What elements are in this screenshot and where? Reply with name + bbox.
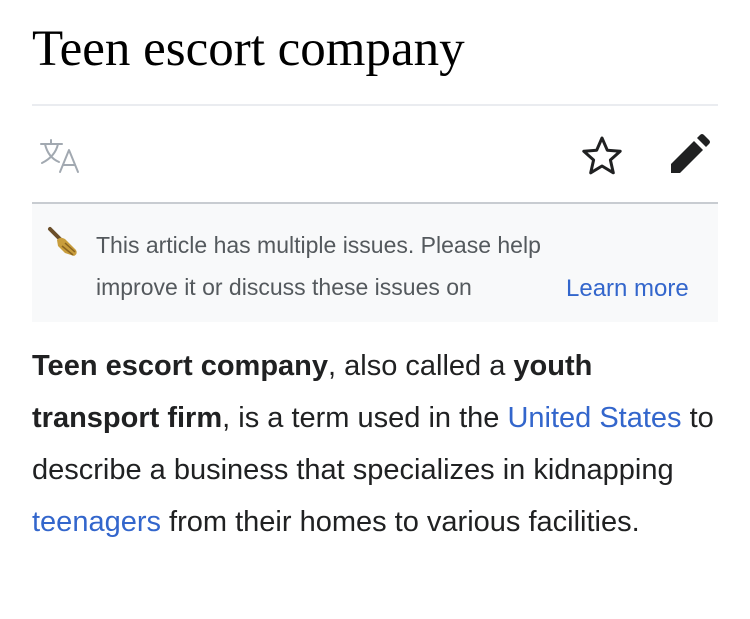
issues-message-line-1: This article has multiple issues. Please… bbox=[96, 232, 541, 258]
pencil-icon bbox=[671, 134, 710, 173]
page-actions-bar bbox=[32, 106, 718, 202]
link-teenagers[interactable]: teenagers bbox=[32, 506, 161, 538]
lead-text-2: , is a term used in the bbox=[222, 402, 508, 434]
lead-paragraph: Teen escort company, also called a youth… bbox=[32, 340, 722, 548]
lead-text-4: from their homes to various facilities. bbox=[161, 506, 640, 538]
language-button[interactable] bbox=[38, 136, 82, 176]
watch-star-button[interactable] bbox=[580, 134, 624, 178]
lead-text-1: , also called a bbox=[328, 350, 514, 382]
issues-message: This article has multiple issues. Please… bbox=[96, 224, 566, 308]
broom-icon bbox=[48, 227, 77, 256]
page-issues-notice[interactable]: This article has multiple issues. Please… bbox=[32, 204, 718, 322]
issues-message-line-2: improve it or discuss these issues on bbox=[96, 274, 472, 300]
edit-button[interactable] bbox=[666, 132, 712, 178]
page-title: Teen escort company bbox=[32, 21, 465, 77]
learn-more-link[interactable]: Learn more bbox=[566, 268, 689, 310]
translate-icon bbox=[40, 139, 79, 173]
bold-term-teen-escort-company: Teen escort company bbox=[32, 350, 329, 382]
link-united-states[interactable]: United States bbox=[507, 402, 681, 434]
star-icon bbox=[582, 136, 622, 175]
